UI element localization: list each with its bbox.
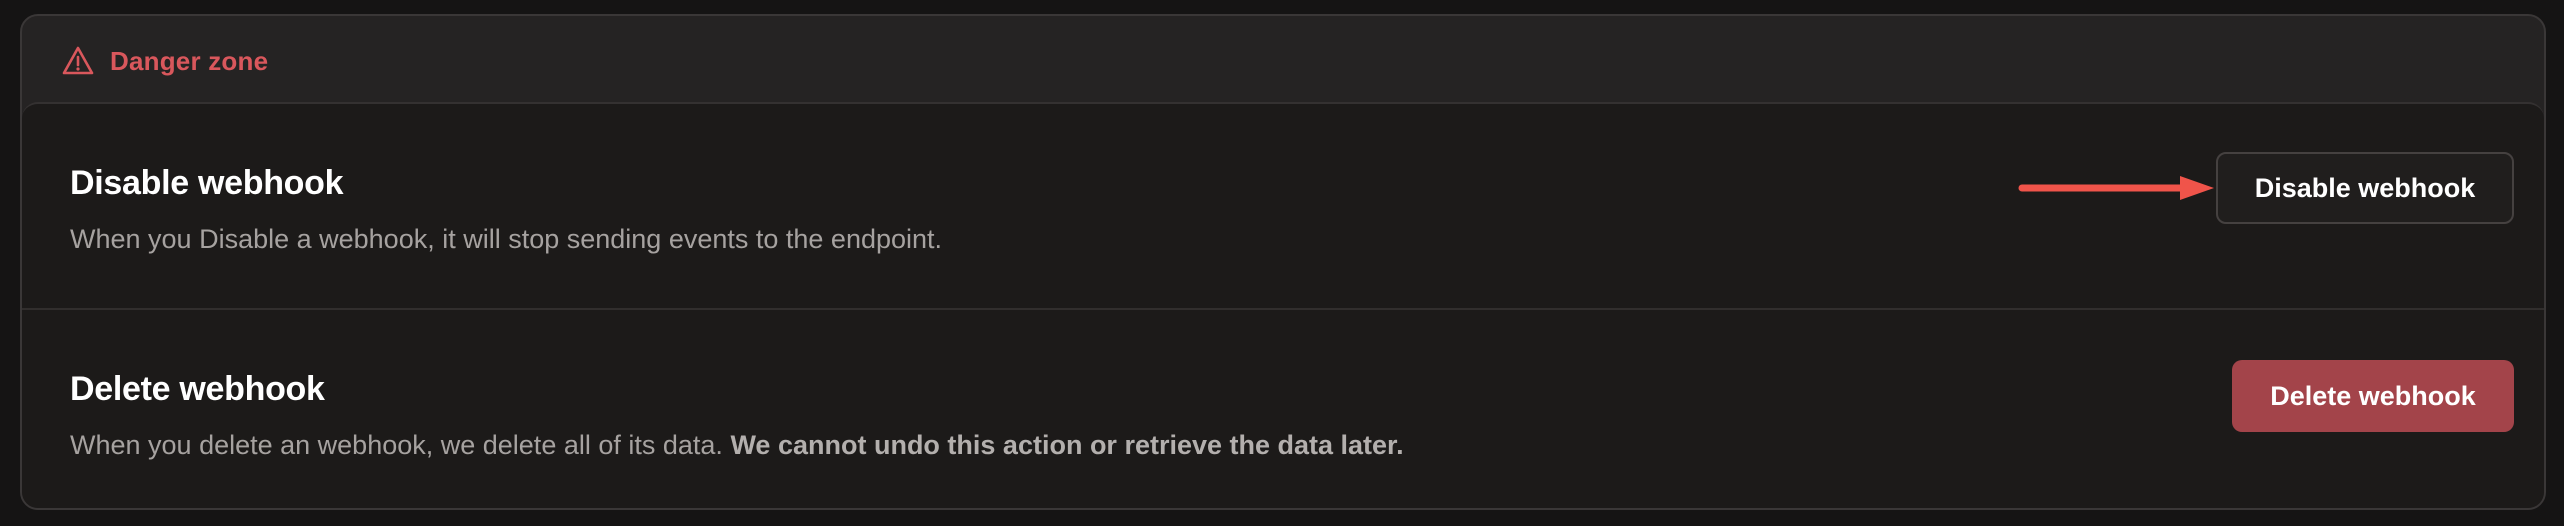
delete-webhook-title: Delete webhook bbox=[70, 370, 325, 408]
disable-webhook-row: Disable webhook When you Disable a webho… bbox=[22, 104, 2544, 310]
disable-webhook-button[interactable]: Disable webhook bbox=[2216, 152, 2514, 224]
delete-webhook-row: Delete webhook When you delete an webhoo… bbox=[22, 310, 2544, 508]
disable-webhook-description: When you Disable a webhook, it will stop… bbox=[70, 224, 943, 254]
danger-zone-panel: Danger zone Disable webhook When you Dis… bbox=[20, 14, 2546, 510]
warning-triangle-icon bbox=[62, 46, 94, 75]
danger-zone-title: Danger zone bbox=[110, 46, 269, 76]
delete-webhook-button[interactable]: Delete webhook bbox=[2232, 360, 2514, 432]
danger-zone-header: Danger zone bbox=[22, 16, 2544, 104]
danger-zone-body: Disable webhook When you Disable a webho… bbox=[22, 102, 2544, 508]
delete-webhook-description-text: When you delete an webhook, we delete al… bbox=[70, 430, 723, 460]
delete-webhook-warning-text: We cannot undo this action or retrieve t… bbox=[730, 430, 1404, 460]
disable-webhook-title: Disable webhook bbox=[70, 164, 344, 202]
annotation-arrow-icon bbox=[2018, 176, 2214, 200]
delete-webhook-description: When you delete an webhook, we delete al… bbox=[70, 430, 1404, 461]
